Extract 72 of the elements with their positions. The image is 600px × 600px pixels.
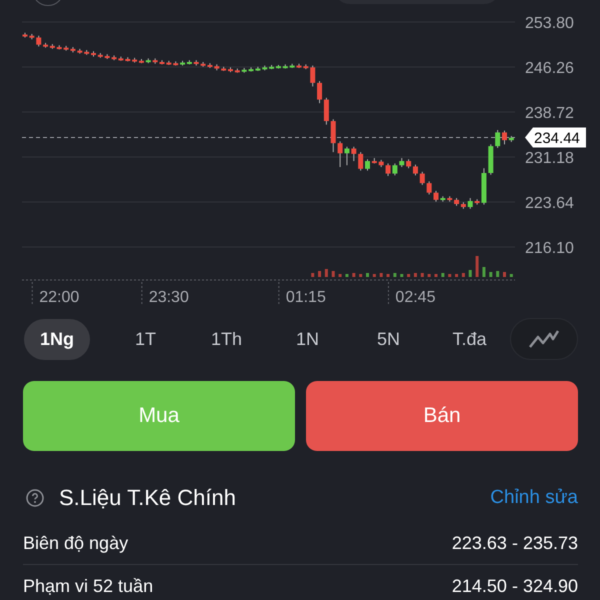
candle xyxy=(330,118,336,153)
chart-type-button[interactable] xyxy=(510,318,578,360)
candle xyxy=(434,190,438,202)
candle xyxy=(84,50,90,56)
axis-label: 223.64 xyxy=(525,195,574,212)
axis-label: 231.18 xyxy=(525,150,574,167)
candle xyxy=(290,63,295,68)
candle xyxy=(351,146,356,162)
price-tag: 234.44 xyxy=(525,128,586,148)
axis-label: 216.10 xyxy=(525,240,574,257)
candle xyxy=(104,54,110,60)
candle xyxy=(166,60,172,66)
range-tab[interactable]: 1Th xyxy=(194,318,258,360)
edit-link[interactable]: Chỉnh sửa xyxy=(490,487,578,509)
candle xyxy=(29,33,34,40)
candle xyxy=(420,171,425,186)
candle xyxy=(310,65,316,87)
candle xyxy=(91,50,96,58)
range-tab[interactable]: 5N xyxy=(360,318,416,360)
stat-label: Phạm vi 52 tuần xyxy=(23,576,154,596)
candle xyxy=(262,65,268,71)
candle xyxy=(502,130,507,145)
candle xyxy=(234,68,240,74)
candle xyxy=(488,144,494,176)
help-icon[interactable] xyxy=(26,489,44,507)
candle xyxy=(160,60,164,65)
candle xyxy=(221,66,226,72)
candle xyxy=(152,58,158,64)
axis-label: 238.72 xyxy=(525,105,574,122)
stat-value: 214.50 - 324.90 xyxy=(452,576,578,596)
range-tab[interactable]: 1N xyxy=(280,318,335,360)
range-tab[interactable]: T.đa xyxy=(436,318,503,360)
sell-button[interactable]: Bán xyxy=(306,381,578,451)
candle xyxy=(125,56,130,62)
candle xyxy=(399,158,404,168)
stat-value: 223.63 - 235.73 xyxy=(452,532,578,554)
candle xyxy=(440,196,446,202)
range-tab[interactable]: 1T xyxy=(118,318,172,360)
candle xyxy=(56,44,62,50)
range-tab[interactable]: 1Ng xyxy=(24,318,90,360)
candle xyxy=(36,35,42,47)
candle xyxy=(508,136,514,142)
axis-label: 22:00 xyxy=(39,289,80,306)
candle xyxy=(365,158,370,172)
axis-label: 253.80 xyxy=(525,15,574,32)
candle xyxy=(77,48,82,54)
candle xyxy=(146,58,151,64)
candle xyxy=(303,64,308,70)
axis-label: 246.26 xyxy=(525,60,574,77)
candle xyxy=(242,67,247,74)
candle xyxy=(358,152,364,172)
candle xyxy=(372,158,377,164)
section-title: S.Liệu T.Kê Chính xyxy=(59,485,237,511)
candle xyxy=(194,60,199,66)
candle xyxy=(98,52,103,58)
candle xyxy=(426,180,432,195)
candle xyxy=(378,159,384,168)
candle xyxy=(296,63,302,68)
axis-label: 23:30 xyxy=(148,289,189,306)
axis-label: 01:15 xyxy=(286,289,326,306)
candle xyxy=(22,32,28,38)
candle xyxy=(447,196,452,202)
axis-label: 02:45 xyxy=(395,289,436,306)
line-chart-icon xyxy=(528,328,560,350)
candle xyxy=(173,60,178,66)
ref-line-label: 234.44 xyxy=(534,130,580,148)
stat-label: Biên độ ngày xyxy=(23,532,128,554)
candle xyxy=(495,130,500,148)
candle xyxy=(468,198,473,210)
candle xyxy=(282,64,288,70)
candle xyxy=(228,66,233,73)
candle xyxy=(214,64,220,71)
